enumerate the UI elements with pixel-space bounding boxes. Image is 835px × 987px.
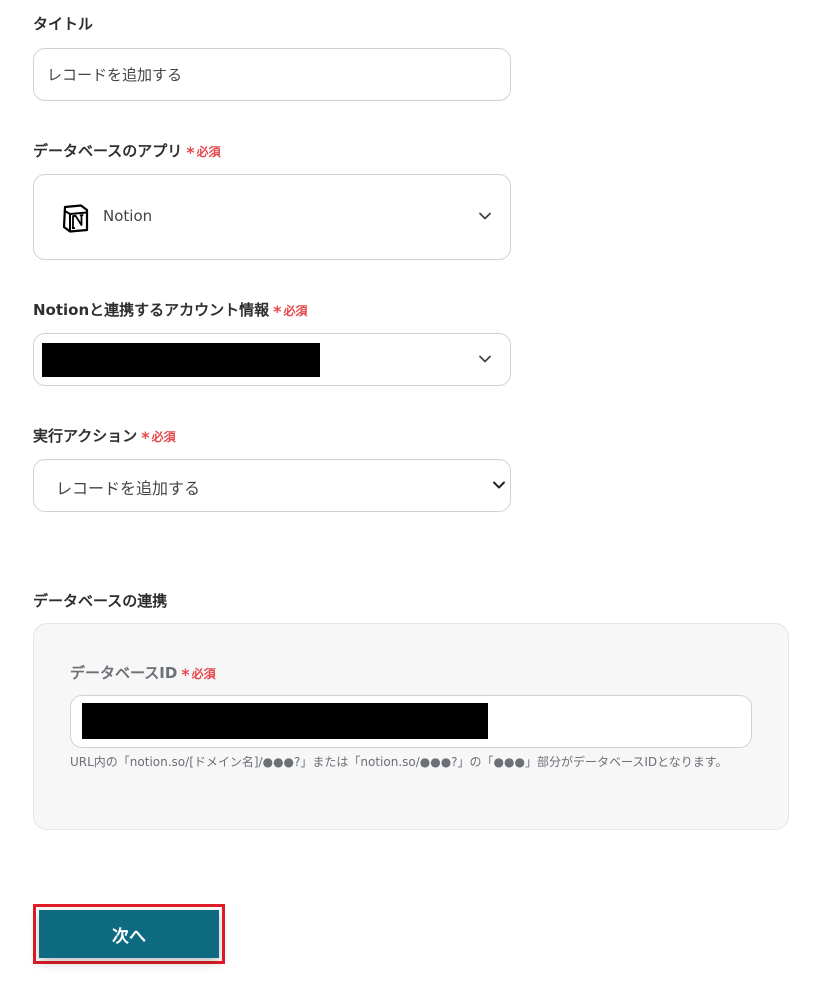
action-value: レコードを追加する	[56, 479, 201, 498]
db-link-heading: データベースの連携	[33, 592, 168, 610]
db-app-select[interactable]: Notion	[33, 174, 511, 260]
next-button[interactable]: 次へ	[39, 910, 219, 958]
db-id-label: データベースID * 必須	[70, 664, 216, 684]
title-label: タイトル	[33, 15, 94, 33]
title-input[interactable]: レコードを追加する	[33, 48, 511, 101]
db-id-hint: URL内の「notion.so/[ドメイン名]/●●●?」または「notion.…	[70, 755, 728, 769]
required-mark: * 必須	[141, 428, 176, 447]
action-select[interactable]: レコードを追加する	[33, 459, 511, 512]
db-app-value: Notion	[103, 207, 153, 225]
title-input-value: レコードを追加する	[47, 66, 183, 84]
chevron-down-icon	[479, 212, 491, 220]
chevron-down-icon	[479, 355, 491, 362]
required-mark: * 必須	[181, 665, 216, 684]
redacted-account-value	[42, 343, 320, 377]
chevron-down-icon	[493, 481, 505, 488]
account-label: Notionと連携するアカウント情報 * 必須	[33, 301, 308, 321]
db-id-input[interactable]	[70, 695, 752, 748]
action-label: 実行アクション * 必須	[33, 427, 176, 447]
next-button-highlight: 次へ	[33, 904, 225, 964]
notion-icon	[61, 203, 90, 233]
account-select[interactable]	[33, 333, 511, 386]
db-link-panel: データベースID * 必須 URL内の「notion.so/[ドメイン名]/●●●?…	[33, 623, 789, 830]
db-app-label: データベースのアプリ * 必須	[33, 142, 221, 162]
required-mark: * 必須	[186, 143, 221, 162]
required-mark: * 必須	[273, 302, 308, 321]
redacted-db-id-value	[82, 703, 488, 739]
